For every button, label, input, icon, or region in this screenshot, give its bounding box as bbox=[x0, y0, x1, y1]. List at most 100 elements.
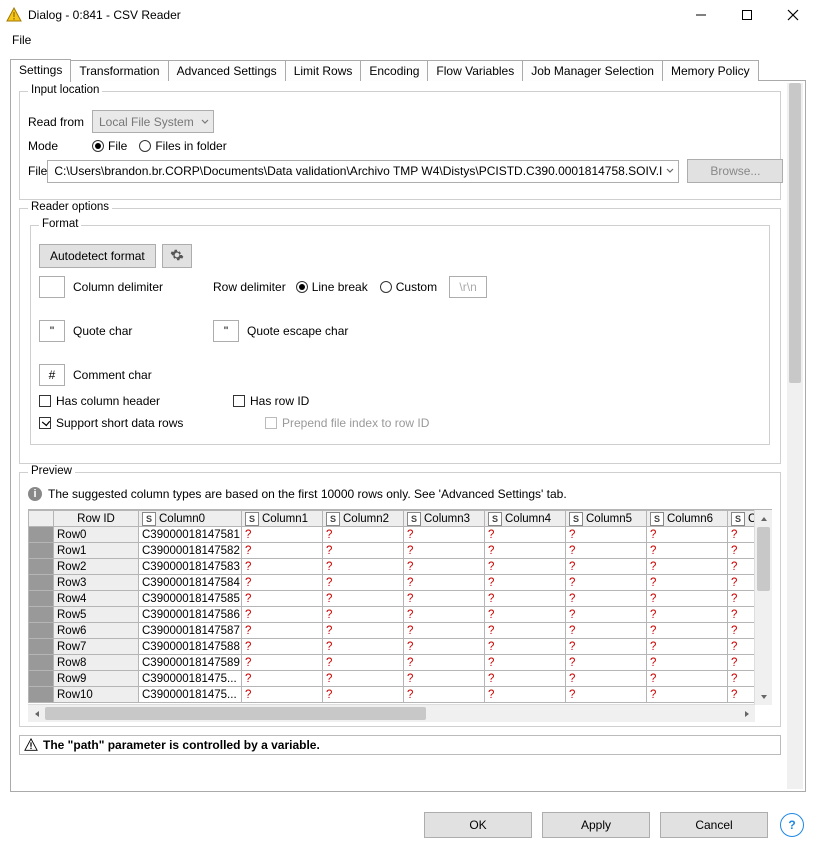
col-header-7[interactable]: SColumn7 bbox=[728, 511, 756, 527]
data-cell: ? bbox=[566, 527, 647, 543]
table-row[interactable]: Row9C390000181475...???????? bbox=[29, 671, 756, 687]
table-row[interactable]: Row7C39000018147588???????? bbox=[29, 639, 756, 655]
data-cell: ? bbox=[485, 575, 566, 591]
preview-table-scroll[interactable]: Row ID SColumn0 SColumn1 SColumn2 SColum… bbox=[28, 510, 755, 705]
data-cell: ? bbox=[485, 687, 566, 703]
preview-horizontal-scrollbar[interactable] bbox=[28, 704, 755, 722]
tab-transformation[interactable]: Transformation bbox=[70, 60, 168, 81]
col-header-4[interactable]: SColumn4 bbox=[485, 511, 566, 527]
quote-escape-input[interactable]: " bbox=[213, 320, 239, 342]
data-cell: ? bbox=[242, 543, 323, 559]
data-cell: ? bbox=[323, 527, 404, 543]
scroll-up-icon[interactable] bbox=[755, 510, 772, 527]
data-cell: ? bbox=[404, 655, 485, 671]
table-row[interactable]: Row5C39000018147586???????? bbox=[29, 607, 756, 623]
data-cell: ? bbox=[647, 527, 728, 543]
gear-icon bbox=[170, 248, 184, 265]
mode-folder-radio[interactable]: Files in folder bbox=[139, 139, 226, 153]
col-header-3[interactable]: SColumn3 bbox=[404, 511, 485, 527]
data-cell: ? bbox=[404, 527, 485, 543]
data-cell: ? bbox=[566, 543, 647, 559]
rowid-cell: Row2 bbox=[54, 559, 139, 575]
scroll-thumb[interactable] bbox=[757, 527, 770, 591]
col-header-5[interactable]: SColumn5 bbox=[566, 511, 647, 527]
minimize-button[interactable] bbox=[678, 0, 724, 30]
ok-button[interactable]: OK bbox=[424, 812, 532, 838]
data-cell: ? bbox=[242, 607, 323, 623]
scroll-right-icon[interactable] bbox=[738, 705, 755, 722]
data-cell: ? bbox=[566, 639, 647, 655]
data-cell: ? bbox=[404, 687, 485, 703]
data-cell: C39000018147581 bbox=[139, 527, 242, 543]
browse-button[interactable]: Browse... bbox=[687, 159, 783, 183]
data-cell: ? bbox=[242, 671, 323, 687]
table-row[interactable]: Row2C39000018147583???????? bbox=[29, 559, 756, 575]
col-header-6[interactable]: SColumn6 bbox=[647, 511, 728, 527]
data-cell: ? bbox=[485, 591, 566, 607]
data-cell: C39000018147586 bbox=[139, 607, 242, 623]
rowid-header[interactable]: Row ID bbox=[54, 511, 139, 527]
close-button[interactable] bbox=[770, 0, 816, 30]
file-path-combo[interactable]: C:\Users\brandon.br.CORP\Documents\Data … bbox=[47, 160, 679, 183]
file-menu[interactable]: File bbox=[6, 31, 37, 49]
cancel-button[interactable]: Cancel bbox=[660, 812, 768, 838]
col-header-1[interactable]: SColumn1 bbox=[242, 511, 323, 527]
scroll-left-icon[interactable] bbox=[28, 705, 45, 722]
col-header-2[interactable]: SColumn2 bbox=[323, 511, 404, 527]
data-cell: ? bbox=[485, 655, 566, 671]
tab-encoding[interactable]: Encoding bbox=[360, 60, 428, 81]
table-row[interactable]: Row1C39000018147582???????? bbox=[29, 543, 756, 559]
help-button[interactable]: ? bbox=[780, 813, 804, 837]
data-cell: ? bbox=[242, 559, 323, 575]
autodetect-settings-button[interactable] bbox=[162, 244, 192, 268]
read-from-dropdown[interactable]: Local File System bbox=[92, 110, 214, 133]
autodetect-button[interactable]: Autodetect format bbox=[39, 244, 156, 268]
rowid-cell: Row4 bbox=[54, 591, 139, 607]
mode-file-radio[interactable]: File bbox=[92, 139, 127, 153]
table-row[interactable]: Row6C39000018147587???????? bbox=[29, 623, 756, 639]
tab-settings[interactable]: Settings bbox=[10, 59, 71, 82]
data-cell: ? bbox=[404, 671, 485, 687]
tab-job-manager-selection[interactable]: Job Manager Selection bbox=[522, 60, 663, 81]
type-badge-string: S bbox=[407, 512, 421, 526]
has-row-id-checkbox[interactable]: Has row ID bbox=[233, 394, 309, 408]
has-column-header-checkbox[interactable]: Has column header bbox=[39, 394, 209, 408]
col-header-0[interactable]: SColumn0 bbox=[139, 511, 242, 527]
tab-limit-rows[interactable]: Limit Rows bbox=[285, 60, 362, 81]
data-cell: ? bbox=[485, 543, 566, 559]
rowid-cell: Row3 bbox=[54, 575, 139, 591]
data-cell: ? bbox=[485, 527, 566, 543]
maximize-button[interactable] bbox=[724, 0, 770, 30]
scroll-thumb[interactable] bbox=[45, 707, 426, 720]
apply-button[interactable]: Apply bbox=[542, 812, 650, 838]
row-delimiter-custom-radio[interactable]: Custom bbox=[380, 280, 437, 294]
dialog-buttons: OK Apply Cancel ? bbox=[0, 801, 816, 849]
reader-options-group: Reader options Format Autodetect format bbox=[19, 208, 781, 464]
row-delimiter-custom-input[interactable]: \r\n bbox=[449, 276, 487, 298]
table-row[interactable]: Row0C39000018147581???????? bbox=[29, 527, 756, 543]
comment-char-input[interactable]: # bbox=[39, 364, 65, 386]
support-short-rows-checkbox[interactable]: Support short data rows bbox=[39, 416, 209, 430]
table-row[interactable]: Row8C39000018147589???????? bbox=[29, 655, 756, 671]
quote-char-input[interactable]: " bbox=[39, 320, 65, 342]
table-row[interactable]: Row4C39000018147585???????? bbox=[29, 591, 756, 607]
data-cell: ? bbox=[242, 639, 323, 655]
data-cell: ? bbox=[647, 687, 728, 703]
data-cell: ? bbox=[242, 623, 323, 639]
column-delimiter-input[interactable] bbox=[39, 276, 65, 298]
data-cell: ? bbox=[566, 687, 647, 703]
table-row[interactable]: Row3C39000018147584???????? bbox=[29, 575, 756, 591]
has-column-header-label: Has column header bbox=[56, 394, 160, 408]
scroll-down-icon[interactable] bbox=[755, 688, 772, 705]
prepend-index-checkbox: Prepend file index to row ID bbox=[265, 416, 429, 430]
tab-advanced-settings[interactable]: Advanced Settings bbox=[168, 60, 286, 81]
table-row[interactable]: Row10C390000181475...???????? bbox=[29, 687, 756, 703]
row-delimiter-line-radio[interactable]: Line break bbox=[296, 280, 368, 294]
row-number-cell bbox=[29, 623, 54, 639]
preview-vertical-scrollbar[interactable] bbox=[754, 510, 772, 705]
tab-flow-variables[interactable]: Flow Variables bbox=[427, 60, 523, 81]
data-cell: C390000181475... bbox=[139, 671, 242, 687]
pane-vertical-scrollbar[interactable] bbox=[787, 83, 803, 789]
scroll-thumb[interactable] bbox=[789, 83, 801, 383]
tab-memory-policy[interactable]: Memory Policy bbox=[662, 60, 759, 81]
